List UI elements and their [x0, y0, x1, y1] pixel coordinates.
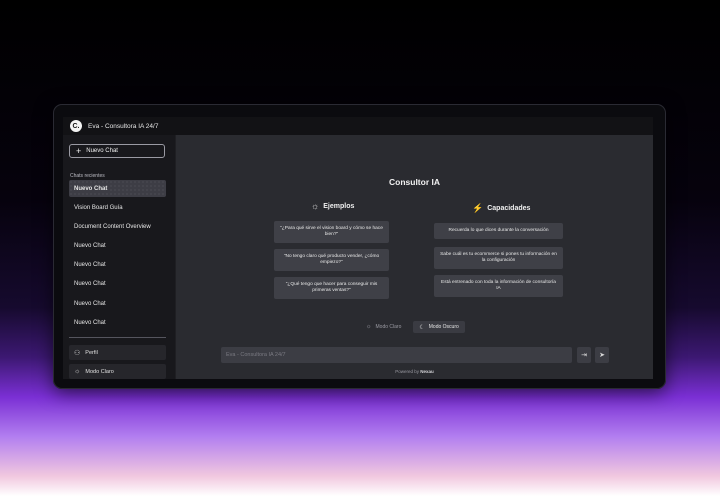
chat-item[interactable]: Nuevo Chat	[69, 257, 166, 274]
sun-icon: ☼	[74, 368, 81, 375]
theme-toggle: ☼ Modo Claro ☾ Modo Oscuro	[360, 321, 465, 333]
chat-item[interactable]: Nuevo Chat	[69, 238, 166, 255]
app-logo: C.	[70, 120, 82, 132]
chat-item-label: Nuevo Chat	[74, 319, 106, 326]
send-button[interactable]: ➤	[595, 347, 609, 363]
sun-icon: ☼	[366, 324, 372, 330]
main-panel: Consultor IA ☼ Ejemplos ⚡ Capacidades "¿…	[176, 135, 653, 379]
dark-mode-option-label: Modo Oscuro	[428, 324, 459, 330]
device-frame: C. Eva - Consultora IA 24/7 + Nuevo Chat…	[53, 104, 666, 389]
capabilities-heading-label: Capacidades	[487, 205, 531, 212]
powered-by-footer: Powered by Nexau	[176, 369, 653, 374]
new-chat-label: Nuevo Chat	[86, 148, 118, 154]
chat-item[interactable]: Document Content Overview	[69, 218, 166, 235]
chat-item-label: Nuevo Chat	[74, 243, 106, 250]
attach-button[interactable]: ⇥	[577, 347, 591, 363]
chat-item-label: Nuevo Chat	[74, 262, 106, 269]
app-title: Eva - Consultora IA 24/7	[88, 122, 159, 130]
light-mode-option-label: Modo Claro	[375, 324, 402, 330]
sidebar-divider	[69, 337, 166, 338]
plus-icon: +	[76, 145, 82, 156]
chat-item-label: Nuevo Chat	[74, 281, 106, 288]
chat-item-label: Vision Board Guía	[74, 204, 123, 211]
sun-icon: ☼	[311, 201, 320, 211]
capability-card: Sabe cuál es tu ecommerce si pones tu in…	[434, 247, 563, 269]
new-chat-button[interactable]: + Nuevo Chat	[69, 144, 165, 158]
example-card[interactable]: "No tengo claro qué producto vender, ¿có…	[274, 249, 389, 271]
moon-icon: ☾	[419, 324, 425, 331]
examples-heading-label: Ejemplos	[323, 202, 355, 210]
chat-item-active[interactable]: Nuevo Chat	[69, 180, 166, 197]
user-icon: ⚇	[74, 349, 81, 357]
capabilities-heading: ⚡ Capacidades	[472, 203, 530, 214]
chat-item[interactable]: Nuevo Chat	[69, 314, 166, 331]
sidebar: + Nuevo Chat Chats recientes Nuevo Chat …	[63, 135, 175, 379]
dark-mode-option[interactable]: ☾ Modo Oscuro	[413, 321, 465, 333]
powered-by-brand[interactable]: Nexau	[420, 369, 434, 374]
chat-item-label: Nuevo Chat	[74, 185, 111, 192]
chat-item[interactable]: Nuevo Chat	[69, 276, 166, 293]
capability-card: Está entrenado con toda la información d…	[434, 275, 563, 297]
bolt-icon: ⚡	[472, 203, 484, 213]
page-title: Consultor IA	[389, 177, 440, 187]
light-mode-button[interactable]: ☼ Modo Claro	[69, 364, 166, 379]
recent-chats-label: Chats recientes	[70, 173, 105, 179]
chat-item[interactable]: Vision Board Guía	[69, 199, 166, 216]
chat-item[interactable]: Nuevo Chat	[69, 295, 166, 312]
examples-heading: ☼ Ejemplos	[311, 201, 354, 211]
profile-label: Perfil	[85, 349, 98, 356]
profile-button[interactable]: ⚇ Perfil	[69, 345, 166, 360]
chat-item-label: Nuevo Chat	[74, 300, 106, 307]
title-bar: C. Eva - Consultora IA 24/7	[63, 117, 653, 135]
light-mode-label: Modo Claro	[85, 368, 114, 375]
chat-list: Nuevo Chat Vision Board Guía Document Co…	[69, 180, 166, 334]
message-input-container	[221, 347, 572, 363]
app-window: C. Eva - Consultora IA 24/7 + Nuevo Chat…	[63, 117, 653, 379]
capability-card: Recuerda lo que dices durante la convers…	[434, 223, 563, 239]
message-input[interactable]	[226, 352, 572, 358]
light-mode-option[interactable]: ☼ Modo Claro	[360, 321, 407, 333]
send-icon: ➤	[599, 352, 605, 359]
powered-by-label: Powered by	[395, 369, 419, 374]
example-card[interactable]: "¿Para qué sirve el vision board y cómo …	[274, 221, 389, 243]
attach-icon: ⇥	[581, 352, 587, 359]
chat-item-label: Document Content Overview	[74, 223, 151, 230]
example-card[interactable]: "¿Qué tengo que hacer para conseguir mis…	[274, 277, 389, 299]
